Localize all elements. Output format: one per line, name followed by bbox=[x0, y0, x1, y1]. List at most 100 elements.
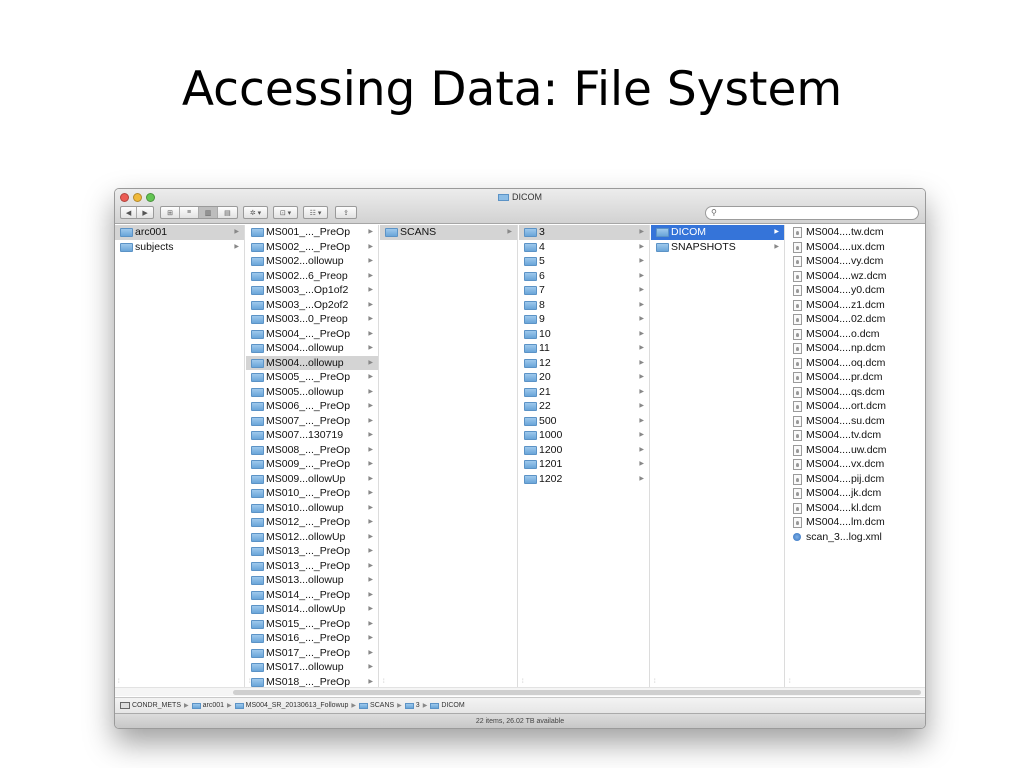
folder-item[interactable]: MS007_..._PreOp ▶ bbox=[246, 414, 378, 429]
column-resize-handle[interactable]: ⁞ bbox=[654, 679, 656, 685]
file-item[interactable]: MS004....tv.dcm bbox=[786, 428, 925, 443]
folder-item[interactable]: 1000 ▶ bbox=[519, 428, 649, 443]
folder-item[interactable]: subjects ▶ bbox=[115, 240, 244, 255]
folder-item[interactable]: 10 ▶ bbox=[519, 327, 649, 342]
dropbox-menu-button[interactable]: ⊡ ▾ bbox=[273, 206, 298, 219]
file-item[interactable]: scan_3...log.xml bbox=[786, 530, 925, 545]
file-item[interactable]: MS004....pij.dcm bbox=[786, 472, 925, 487]
file-item[interactable]: MS004....vx.dcm bbox=[786, 457, 925, 472]
folder-item[interactable]: MS015_..._PreOp ▶ bbox=[246, 617, 378, 632]
folder-item[interactable]: MS007...130719 ▶ bbox=[246, 428, 378, 443]
file-item[interactable]: MS004....o.dcm bbox=[786, 327, 925, 342]
coverflow-view-button[interactable]: ▤ bbox=[218, 207, 237, 218]
file-item[interactable]: MS004....y0.dcm bbox=[786, 283, 925, 298]
folder-item[interactable]: SCANS ▶ bbox=[380, 225, 517, 240]
path-item[interactable]: DICOM bbox=[430, 702, 465, 709]
folder-item[interactable]: MS006_..._PreOp ▶ bbox=[246, 399, 378, 414]
folder-item[interactable]: 1202 ▶ bbox=[519, 472, 649, 487]
folder-item[interactable]: MS005_..._PreOp ▶ bbox=[246, 370, 378, 385]
list-view-button[interactable]: ≡ bbox=[180, 207, 199, 218]
folder-item[interactable]: MS004_..._PreOp ▶ bbox=[246, 327, 378, 342]
folder-item[interactable]: 3 ▶ bbox=[519, 225, 649, 240]
column-2[interactable]: MS001_..._PreOp ▶ MS002_..._PreOp ▶ MS002...… bbox=[246, 225, 379, 687]
path-item[interactable]: SCANS bbox=[359, 702, 394, 709]
path-item[interactable]: 3 bbox=[404, 702, 420, 709]
horizontal-scrollbar[interactable] bbox=[115, 687, 925, 696]
column-view-button[interactable]: ▥ bbox=[199, 207, 218, 218]
folder-item[interactable]: MS016_..._PreOp ▶ bbox=[246, 631, 378, 646]
folder-item[interactable]: 500 ▶ bbox=[519, 414, 649, 429]
path-item[interactable]: MS004_SR_20130613_Followup bbox=[234, 702, 348, 709]
folder-item[interactable]: 5 ▶ bbox=[519, 254, 649, 269]
column-6[interactable]: MS004....tw.dcm MS004....ux.dcm MS004....v… bbox=[786, 225, 925, 687]
folder-item[interactable]: 8 ▶ bbox=[519, 298, 649, 313]
file-item[interactable]: MS004....ux.dcm bbox=[786, 240, 925, 255]
column-3[interactable]: SCANS ▶ ⁞ bbox=[380, 225, 518, 687]
share-button[interactable]: ⇪ bbox=[335, 206, 357, 219]
folder-item[interactable]: MS013_..._PreOp ▶ bbox=[246, 544, 378, 559]
column-resize-handle[interactable]: ⁞ bbox=[249, 679, 251, 685]
folder-item[interactable]: DICOM ▶ bbox=[651, 225, 784, 240]
folder-item[interactable]: 21 ▶ bbox=[519, 385, 649, 400]
folder-item[interactable]: MS017_..._PreOp ▶ bbox=[246, 646, 378, 661]
scrollbar-thumb[interactable] bbox=[233, 690, 921, 695]
file-item[interactable]: MS004....oq.dcm bbox=[786, 356, 925, 371]
file-item[interactable]: MS004....np.dcm bbox=[786, 341, 925, 356]
folder-item[interactable]: 4 ▶ bbox=[519, 240, 649, 255]
folder-item[interactable]: MS009_..._PreOp ▶ bbox=[246, 457, 378, 472]
folder-item[interactable]: MS008_..._PreOp ▶ bbox=[246, 443, 378, 458]
file-item[interactable]: MS004....lm.dcm bbox=[786, 515, 925, 530]
folder-item[interactable]: MS003_...Op1of2 ▶ bbox=[246, 283, 378, 298]
folder-item[interactable]: MS004...ollowup ▶ bbox=[246, 355, 378, 370]
path-item[interactable]: CONDR_METS bbox=[120, 702, 181, 709]
folder-item[interactable]: MS014...ollowUp ▶ bbox=[246, 602, 378, 617]
folder-item[interactable]: MS010...ollowup ▶ bbox=[246, 501, 378, 516]
file-item[interactable]: MS004....qs.dcm bbox=[786, 385, 925, 400]
file-item[interactable]: MS004....tw.dcm bbox=[786, 225, 925, 240]
file-item[interactable]: MS004....wz.dcm bbox=[786, 269, 925, 284]
back-button[interactable]: ◀ bbox=[121, 207, 138, 218]
folder-item[interactable]: MS003...0_Preop ▶ bbox=[246, 312, 378, 327]
folder-item[interactable]: MS012...ollowUp ▶ bbox=[246, 530, 378, 545]
folder-item[interactable]: SNAPSHOTS ▶ bbox=[651, 240, 784, 255]
file-item[interactable]: MS004....jk.dcm bbox=[786, 486, 925, 501]
file-item[interactable]: MS004....kl.dcm bbox=[786, 501, 925, 516]
column-resize-handle[interactable]: ⁞ bbox=[383, 679, 385, 685]
folder-item[interactable]: MS004...ollowup ▶ bbox=[246, 341, 378, 356]
action-menu-button[interactable]: ✲ ▾ bbox=[243, 206, 268, 219]
file-item[interactable]: MS004....su.dcm bbox=[786, 414, 925, 429]
arrange-menu-button[interactable]: ☷ ▾ bbox=[303, 206, 328, 219]
folder-item[interactable]: MS001_..._PreOp ▶ bbox=[246, 225, 378, 240]
column-resize-handle[interactable]: ⁞ bbox=[789, 679, 791, 685]
folder-item[interactable]: MS002_..._PreOp ▶ bbox=[246, 240, 378, 255]
folder-item[interactable]: 1200 ▶ bbox=[519, 443, 649, 458]
folder-item[interactable]: 20 ▶ bbox=[519, 370, 649, 385]
folder-item[interactable]: 7 ▶ bbox=[519, 283, 649, 298]
file-item[interactable]: MS004....02.dcm bbox=[786, 312, 925, 327]
file-item[interactable]: MS004....z1.dcm bbox=[786, 298, 925, 313]
folder-item[interactable]: 12 ▶ bbox=[519, 356, 649, 371]
folder-item[interactable]: MS009...ollowUp ▶ bbox=[246, 472, 378, 487]
folder-item[interactable]: MS005...ollowup ▶ bbox=[246, 385, 378, 400]
folder-item[interactable]: 6 ▶ bbox=[519, 269, 649, 284]
search-field[interactable]: ⚲ bbox=[705, 206, 919, 220]
file-item[interactable]: MS004....vy.dcm bbox=[786, 254, 925, 269]
column-resize-handle[interactable]: ⁞ bbox=[522, 679, 524, 685]
folder-item[interactable]: MS012_..._PreOp ▶ bbox=[246, 515, 378, 530]
folder-item[interactable]: 1201 ▶ bbox=[519, 457, 649, 472]
folder-item[interactable]: MS017...ollowup ▶ bbox=[246, 660, 378, 675]
folder-item[interactable]: 9 ▶ bbox=[519, 312, 649, 327]
icon-view-button[interactable]: ⊞ bbox=[161, 207, 180, 218]
file-item[interactable]: MS004....uw.dcm bbox=[786, 443, 925, 458]
path-item[interactable]: arc001 bbox=[191, 702, 224, 709]
folder-item[interactable]: MS010_..._PreOp ▶ bbox=[246, 486, 378, 501]
folder-item[interactable]: MS013_..._PreOp ▶ bbox=[246, 559, 378, 574]
column-4[interactable]: 3 ▶ 4 ▶ 5 ▶ 6 ▶ 7 ▶ 8 ▶ 9 ▶ 10 ▶ 11 ▶ 12 ▶ 20 ▶ 21 ▶ 22 ▶ 500 ▶ 1000… bbox=[519, 225, 650, 687]
folder-item[interactable]: 11 ▶ bbox=[519, 341, 649, 356]
file-item[interactable]: MS004....pr.dcm bbox=[786, 370, 925, 385]
folder-item[interactable]: MS018_..._PreOp ▶ bbox=[246, 675, 378, 687]
column-resize-handle[interactable]: ⁞ bbox=[118, 679, 120, 685]
folder-item[interactable]: arc001 ▶ bbox=[115, 225, 244, 240]
folder-item[interactable]: MS002...6_Preop ▶ bbox=[246, 269, 378, 284]
folder-item[interactable]: MS014_..._PreOp ▶ bbox=[246, 588, 378, 603]
